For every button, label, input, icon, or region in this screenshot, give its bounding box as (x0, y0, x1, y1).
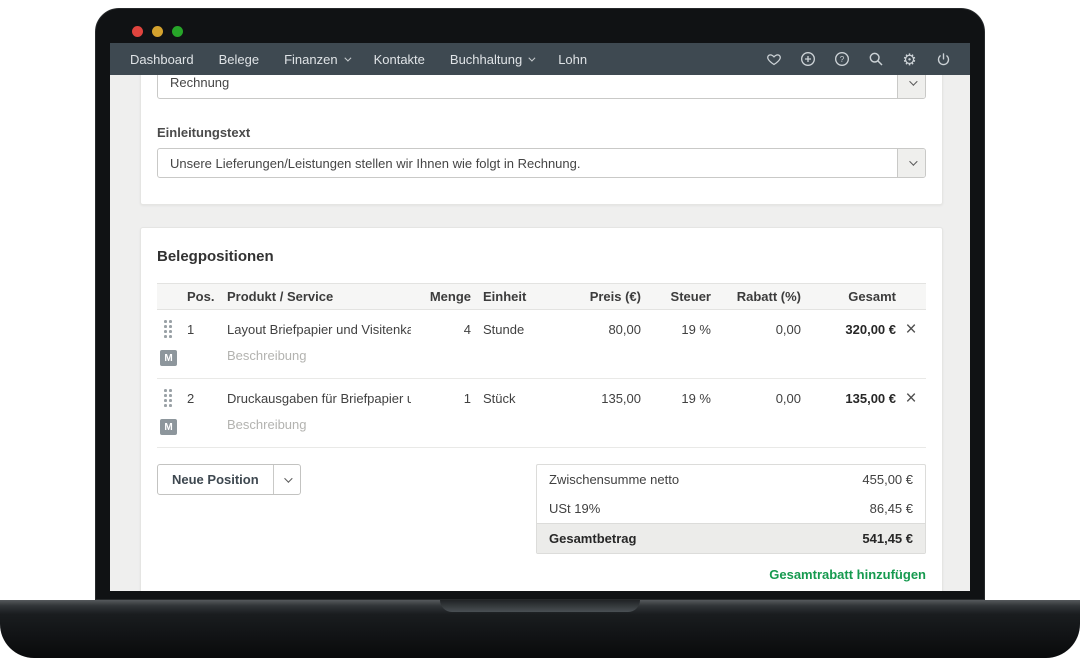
content-area: Rechnung Einleitungstext Unsere Lieferun… (110, 75, 970, 591)
position-type-badge: M (160, 419, 177, 435)
header-pos: Pos. (187, 289, 227, 304)
nav-item-kontakte[interactable]: Kontakte (374, 52, 425, 67)
header-einheit: Einheit (471, 289, 551, 304)
laptop-screen-bezel: Dashboard Belege Finanzen Kontakte Buchh… (95, 8, 985, 600)
laptop-base (0, 600, 1080, 658)
tax-value[interactable]: 19 % (641, 322, 711, 337)
total-value: 320,00 € (801, 322, 896, 337)
tax-value: 86,45 € (870, 501, 913, 516)
laptop-notch (440, 600, 640, 612)
dropdown-caret-button[interactable] (897, 149, 925, 177)
discount-value[interactable]: 0,00 (711, 322, 801, 337)
position-number: 2 (187, 391, 227, 406)
nav-item-finanzen[interactable]: Finanzen (284, 52, 348, 67)
chevron-down-icon (529, 54, 536, 61)
gear-icon[interactable]: ⚙ (901, 51, 918, 68)
heart-icon[interactable] (765, 51, 782, 68)
search-icon[interactable] (867, 51, 884, 68)
quantity-value[interactable]: 1 (411, 391, 471, 406)
remove-row-icon[interactable]: × (905, 320, 916, 339)
price-value[interactable]: 80,00 (551, 322, 641, 337)
nav-item-lohn[interactable]: Lohn (558, 52, 587, 67)
positions-table: Pos. Produkt / Service Menge Einheit Pre… (157, 283, 926, 448)
plus-circle-icon[interactable] (799, 51, 816, 68)
tax-row: USt 19% 86,45 € (537, 494, 925, 523)
tax-value[interactable]: 19 % (641, 391, 711, 406)
chevron-down-icon (284, 474, 292, 482)
discount-link-wrap: Gesamtrabatt hinzufügen (157, 566, 926, 584)
tax-label: USt 19% (549, 501, 600, 516)
positions-title: Belegpositionen (157, 248, 926, 265)
subtotal-row: Zwischensumme netto 455,00 € (537, 465, 925, 494)
nav-item-label: Buchhaltung (450, 52, 522, 67)
drag-handle-icon[interactable] (164, 389, 172, 407)
positions-footer: Neue Position Zwischensumme netto 455,00… (157, 464, 926, 554)
grand-total-value: 541,45 € (862, 531, 913, 546)
grand-total-label: Gesamtbetrag (549, 531, 636, 546)
nav-item-label: Finanzen (284, 52, 337, 67)
laptop-mockup: Dashboard Belege Finanzen Kontakte Buchh… (0, 8, 1080, 658)
positions-card: Belegpositionen Pos. Produkt / Service M… (140, 227, 943, 591)
svg-text:?: ? (839, 55, 844, 64)
product-name[interactable]: Druckausgaben für Briefpapier u... (227, 391, 411, 406)
header-preis: Preis (€) (551, 289, 641, 304)
price-value[interactable]: 135,00 (551, 391, 641, 406)
app-screen: Dashboard Belege Finanzen Kontakte Buchh… (110, 43, 970, 591)
chevron-down-icon (909, 77, 917, 85)
intro-text-select[interactable]: Unsere Lieferungen/Leistungen stellen wi… (157, 148, 926, 178)
window-controls (110, 19, 970, 43)
table-row: 1 Layout Briefpapier und Visitenkarte 4 … (157, 310, 926, 379)
header-gesamt: Gesamt (801, 289, 896, 304)
window-maximize-dot (172, 26, 183, 37)
chevron-down-icon (344, 54, 351, 61)
intro-text-value: Unsere Lieferungen/Leistungen stellen wi… (158, 156, 897, 171)
nav-item-dashboard[interactable]: Dashboard (130, 52, 194, 67)
total-value: 135,00 € (801, 391, 896, 406)
window-minimize-dot (152, 26, 163, 37)
discount-value[interactable]: 0,00 (711, 391, 801, 406)
top-navbar: Dashboard Belege Finanzen Kontakte Buchh… (110, 43, 970, 75)
position-number: 1 (187, 322, 227, 337)
dropdown-caret-button[interactable] (897, 75, 925, 98)
description-placeholder[interactable]: Beschreibung (227, 417, 926, 432)
new-position-caret-button[interactable] (273, 465, 300, 494)
header-rabatt: Rabatt (%) (711, 289, 801, 304)
header-steuer: Steuer (641, 289, 711, 304)
intro-text-label: Einleitungstext (157, 125, 926, 140)
chevron-down-icon (909, 157, 917, 165)
document-type-select[interactable]: Rechnung (157, 75, 926, 99)
subtotal-value: 455,00 € (862, 472, 913, 487)
table-row: 2 Druckausgaben für Briefpapier u... 1 S… (157, 379, 926, 448)
nav-item-buchhaltung[interactable]: Buchhaltung (450, 52, 533, 67)
navbar-actions: ? ⚙ (765, 51, 952, 68)
quantity-value[interactable]: 4 (411, 322, 471, 337)
power-icon[interactable] (935, 51, 952, 68)
main-menu: Dashboard Belege Finanzen Kontakte Buchh… (130, 52, 587, 67)
header-product: Produkt / Service (227, 289, 411, 304)
table-header-row: Pos. Produkt / Service Menge Einheit Pre… (157, 283, 926, 310)
add-discount-link[interactable]: Gesamtrabatt hinzufügen (769, 567, 926, 582)
window-close-dot (132, 26, 143, 37)
subtotal-label: Zwischensumme netto (549, 472, 679, 487)
product-name[interactable]: Layout Briefpapier und Visitenkarte (227, 322, 411, 337)
description-placeholder[interactable]: Beschreibung (227, 348, 926, 363)
help-icon[interactable]: ? (833, 51, 850, 68)
new-position-label: Neue Position (158, 465, 273, 494)
remove-row-icon[interactable]: × (905, 389, 916, 408)
drag-handle-icon[interactable] (164, 320, 172, 338)
grand-total-row: Gesamtbetrag 541,45 € (537, 523, 925, 553)
new-position-button[interactable]: Neue Position (157, 464, 301, 495)
document-type-value: Rechnung (158, 75, 897, 98)
nav-item-belege[interactable]: Belege (219, 52, 259, 67)
position-type-badge: M (160, 350, 177, 366)
unit-value[interactable]: Stück (471, 391, 551, 406)
unit-value[interactable]: Stunde (471, 322, 551, 337)
header-menge: Menge (411, 289, 471, 304)
totals-summary: Zwischensumme netto 455,00 € USt 19% 86,… (536, 464, 926, 554)
document-settings-card: Rechnung Einleitungstext Unsere Lieferun… (140, 75, 943, 205)
